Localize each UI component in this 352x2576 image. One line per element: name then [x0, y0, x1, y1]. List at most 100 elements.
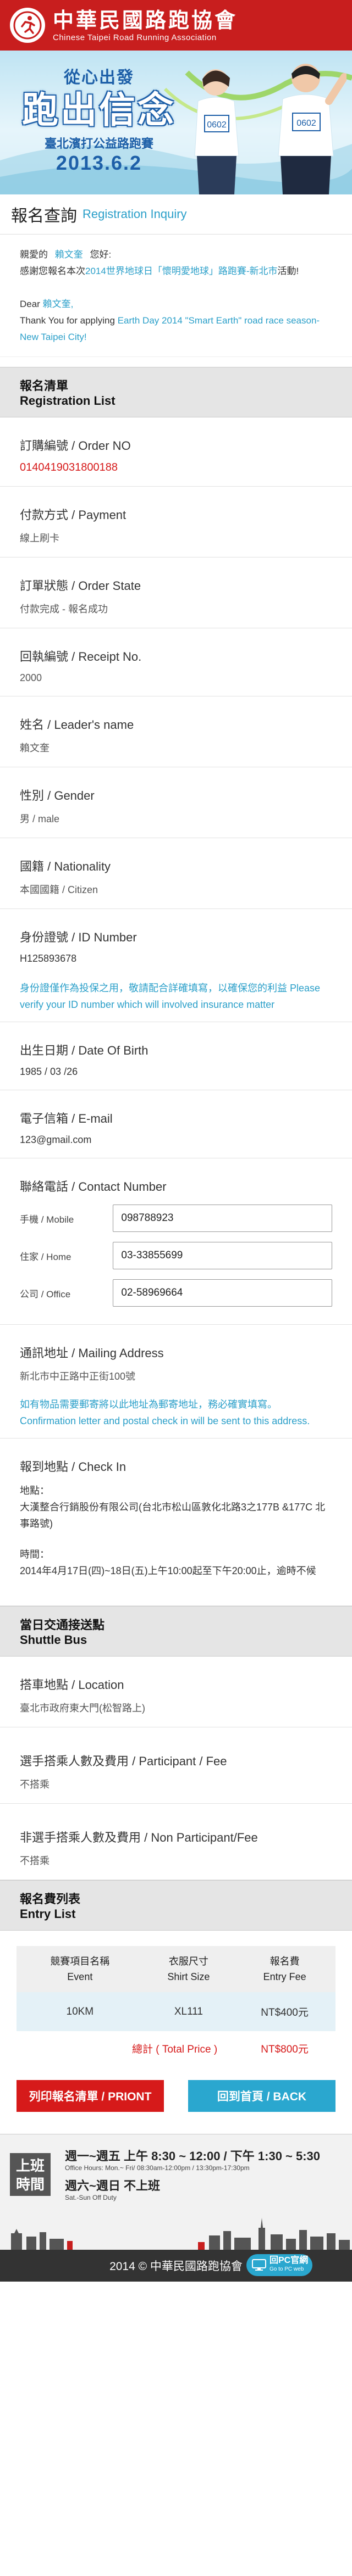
col-size-header: 衣服尺寸 Shirt Size	[143, 1946, 234, 1992]
home-phone-field[interactable]: 03-33855699	[113, 1242, 332, 1269]
site-header: 中華民國路跑協會 Chinese Taipei Road Running Ass…	[0, 0, 352, 51]
total-row: 總計 ( Total Price ) NT$800元	[16, 2031, 336, 2066]
col-event-en: Event	[67, 1971, 93, 1982]
bib-number-1: 0602	[207, 120, 227, 130]
entry-list-title-en: Entry List	[20, 1907, 76, 1921]
association-logo[interactable]	[10, 8, 45, 43]
gender-value: 男 / male	[20, 813, 60, 824]
office-phone-field[interactable]: 02-58969664	[113, 1279, 332, 1307]
id-number-label: 身份證號 / ID Number	[20, 930, 137, 944]
order-no-label: 訂購編號 / Order NO	[20, 439, 131, 453]
participant-fee-value: 不搭乘	[20, 1779, 50, 1790]
pc-label-group: 回PC官網 Go to PC web	[270, 2256, 308, 2274]
banner-event-date: 2013.6.2	[56, 152, 142, 174]
event-banner: 從心出發 跑出信念 臺北濱打公益路跑賽 2013.6.2 0602 0602	[0, 51, 352, 194]
email-label: 電子信箱 / E-mail	[20, 1112, 113, 1125]
greeting-name: 賴文奎	[54, 249, 83, 260]
thanks-zh: 感謝您報名本次2014世界地球日「懷明愛地球」路跑賽-新北市活動!	[20, 263, 332, 280]
entry-list-title-zh: 報名費列表	[20, 1892, 81, 1906]
go-to-pc-site-button[interactable]: 回PC官網 Go to PC web	[246, 2254, 312, 2276]
col-fee-zh: 報名費	[270, 1956, 300, 1967]
col-event-zh: 競賽項目名稱	[50, 1956, 110, 1967]
order-state-value: 付款完成 - 報名成功	[20, 604, 108, 615]
skyline-icon	[11, 2218, 350, 2250]
row-event: 10KM	[16, 1992, 144, 2031]
home-row: 住家 / Home 03-33855699	[20, 1242, 332, 1269]
check-in-label: 報到地點 / Check In	[20, 1460, 127, 1474]
thanks-en-text: Thank You for applying	[20, 315, 115, 326]
event-name-zh: 2014世界地球日「懷明愛地球」路跑賽-新北市	[85, 266, 278, 276]
shuttle-bus-title-zh: 當日交通接送點	[20, 1618, 105, 1632]
entry-table-header-row: 競賽項目名稱 Event 衣服尺寸 Shirt Size 報名費 Entry Fee	[16, 1946, 336, 1992]
check-in-location-value: 大漢整合行銷股份有限公司(台北市松山區敦化北路3之177B &177C 北事路號…	[20, 1502, 326, 1529]
dear-label: Dear	[20, 299, 40, 309]
page: 中華民國路跑協會 Chinese Taipei Road Running Ass…	[0, 0, 352, 2282]
pc-sub-label: Go to PC web	[270, 2266, 304, 2272]
banner-event-name: 臺北濱打公益路跑賽	[44, 137, 153, 150]
city-skyline-graphic	[0, 2217, 352, 2250]
order-no-value: 0140419031800188	[20, 461, 118, 473]
check-in-location-label: 地點：	[20, 1485, 50, 1496]
female-runner-illustration: 0602	[194, 69, 239, 194]
mailing-address-note: 如有物品需要郵寄將以此地址為郵寄地址，務必確實填寫。Confirmation l…	[20, 1399, 310, 1426]
banner-text: 從心出發 跑出信念 臺北濱打公益路跑賽 2013.6.2	[16, 64, 182, 175]
dob-label: 出生日期 / Date Of Birth	[20, 1044, 148, 1057]
male-runner-illustration: 0602	[278, 64, 346, 194]
greeting-name-en: 賴文奎,	[42, 299, 74, 309]
greeting-zh: 親愛的 賴文奎 您好:	[20, 247, 332, 263]
page-title-zh: 報名查詢	[11, 207, 77, 225]
id-number-field: 身份證號 / ID Number H125893678 身份證僅作為投保之用，敬…	[0, 909, 352, 1022]
check-in-location: 地點： 大漢整合行銷股份有限公司(台北市松山區敦化北路3之177B &177C …	[20, 1475, 332, 1536]
payment-field: 付款方式 / Payment 線上刷卡	[0, 487, 352, 557]
nationality-field: 國籍 / Nationality 本國國籍 / Citizen	[0, 838, 352, 909]
contact-number-field: 聯絡電話 / Contact Number 手機 / Mobile 098788…	[0, 1158, 352, 1325]
email-value: 123@gmail.com	[20, 1134, 92, 1145]
mailing-address-field: 通訊地址 / Mailing Address 新北市中正路中正街100號 如有物…	[0, 1325, 352, 1438]
table-row: 10KM XL111 NT$400元	[16, 1992, 336, 2031]
col-fee-en: Entry Fee	[263, 1971, 306, 1982]
site-subtitle: Chinese Taipei Road Running Association	[53, 32, 217, 42]
row-fee: NT$400元	[234, 1992, 336, 2031]
back-home-button[interactable]: 回到首頁 / BACK	[188, 2080, 336, 2112]
page-title: 報名查詢 Registration Inquiry	[0, 194, 352, 235]
greeting-prefix: 親愛的	[20, 249, 48, 260]
payment-value: 線上刷卡	[20, 533, 59, 544]
order-state-field: 訂單狀態 / Order State 付款完成 - 報名成功	[0, 557, 352, 628]
thanks-suffix: 活動!	[277, 266, 299, 276]
nationality-label: 國籍 / Nationality	[20, 860, 111, 873]
dob-field: 出生日期 / Date Of Birth 1985 / 03 /26	[0, 1022, 352, 1090]
nationality-value: 本國國籍 / Citizen	[20, 884, 98, 895]
bib-number-2: 0602	[296, 119, 316, 128]
shuttle-location-field: 搭車地點 / Location 臺北市政府東大門(松智路上)	[0, 1657, 352, 1727]
registration-list-title-zh: 報名清單	[20, 379, 69, 393]
gender-label: 性別 / Gender	[20, 789, 95, 802]
office-row: 公司 / Office 02-58969664	[20, 1279, 332, 1307]
registration-list-header: 報名清單 Registration List	[0, 367, 352, 417]
order-state-label: 訂單狀態 / Order State	[20, 579, 141, 593]
payment-label: 付款方式 / Payment	[20, 508, 127, 522]
non-participant-fee-field: 非選手搭乘人數及費用 / Non Participant/Fee 不搭乘	[0, 1804, 352, 1880]
mobile-field[interactable]: 098788923	[113, 1205, 332, 1232]
non-participant-fee-value: 不搭乘	[20, 1855, 50, 1866]
total-label: 總計 ( Total Price )	[131, 2044, 218, 2055]
print-button[interactable]: 列印報名清單 / PRIONT	[16, 2080, 164, 2112]
leader-name-field: 姓名 / Leader's name 賴文奎	[0, 696, 352, 767]
page-title-en: Registration Inquiry	[82, 207, 187, 221]
shuttle-location-value: 臺北市政府東大門(松智路上)	[20, 1703, 145, 1714]
receipt-field: 回執編號 / Receipt No. 2000	[0, 628, 352, 696]
row-size: XL111	[143, 1992, 234, 2031]
copyright-bar: 2014 © 中華民國路跑協會 回PC官網 Go to PC web	[0, 2250, 352, 2282]
office-hours-badge: 上班時間	[10, 2153, 51, 2196]
check-in-time: 時間： 2014年4月17日(四)~18日(五)上午10:00起至下午20:00…	[20, 1536, 332, 1591]
order-no-field: 訂購編號 / Order NO 0140419031800188	[0, 417, 352, 487]
weekend-hours: 週六~週日 不上班	[65, 2179, 160, 2193]
col-size-en: Shirt Size	[167, 1971, 210, 1982]
col-fee-header: 報名費 Entry Fee	[234, 1946, 336, 1992]
pc-label: 回PC官網	[270, 2256, 309, 2265]
leader-name-value: 賴文奎	[20, 743, 50, 754]
col-size-zh: 衣服尺寸	[168, 1956, 208, 1967]
home-label: 住家 / Home	[20, 1251, 72, 1262]
action-buttons: 列印報名清單 / PRIONT 回到首頁 / BACK	[0, 2080, 352, 2134]
registration-list-title-en: Registration List	[20, 394, 116, 408]
shuttle-bus-title-en: Shuttle Bus	[20, 1633, 87, 1647]
